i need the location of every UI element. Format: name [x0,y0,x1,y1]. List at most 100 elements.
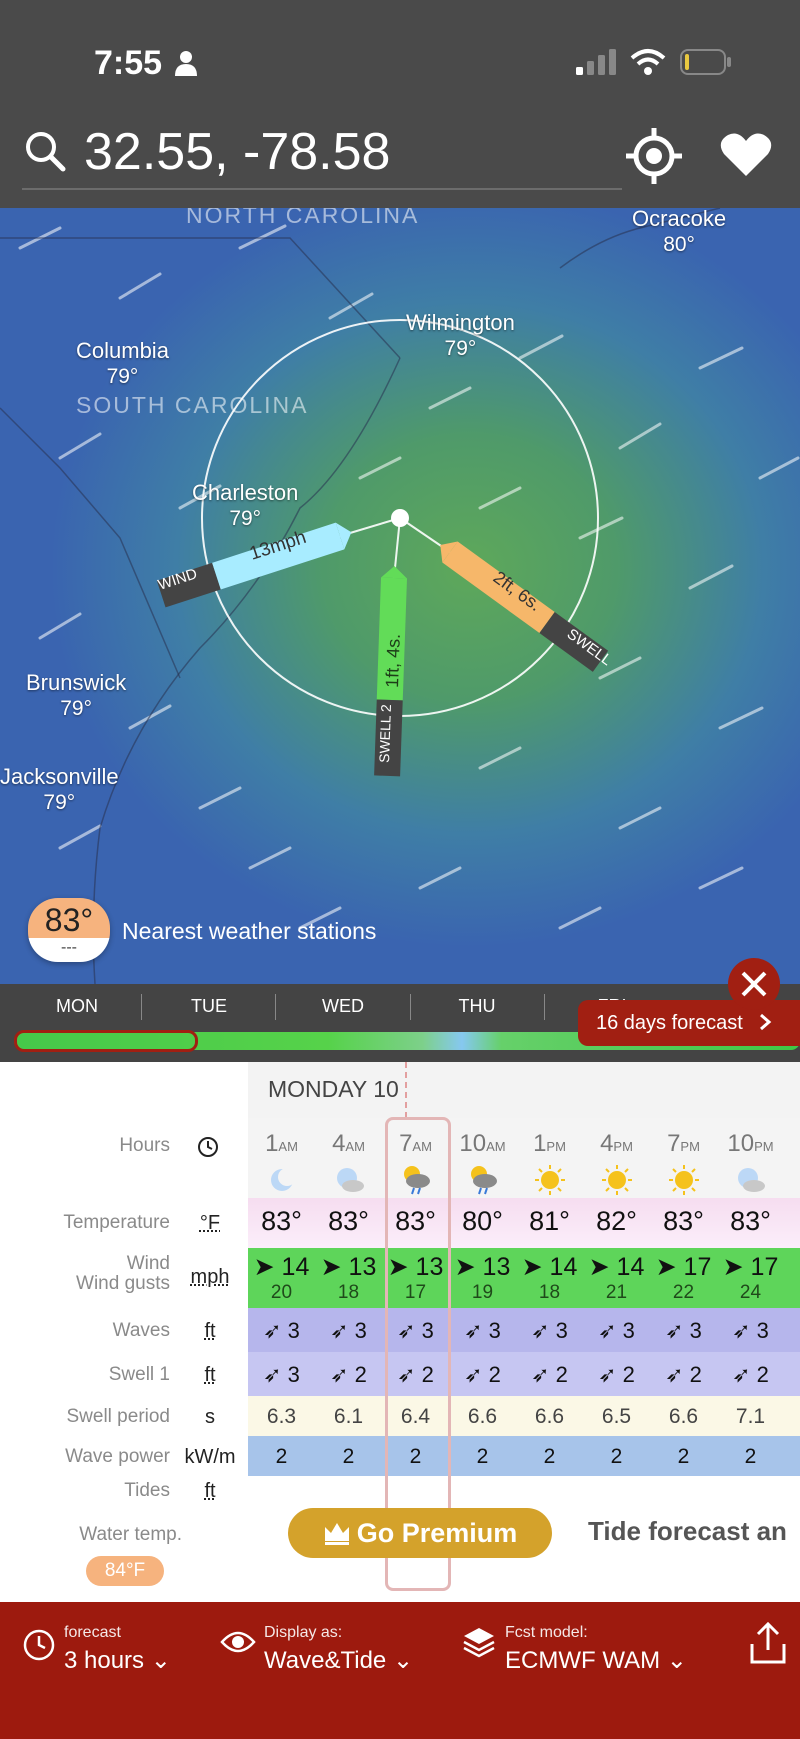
state-label-nc: NORTH CAROLINA [186,208,420,228]
hour-cell: 4PM [600,1130,633,1157]
state-label-sc: SOUTH CAROLINA [76,392,309,418]
close-button[interactable] [728,958,780,1010]
share-icon[interactable] [748,1622,788,1664]
waves-cell: ➶ 3 [732,1318,769,1343]
wind-cell: ➤ 13 [454,1253,511,1281]
period-cell: 6.1 [333,1405,364,1428]
power-cell: 2 [275,1445,288,1468]
temp-cell: 80° [462,1206,503,1236]
power-cell: 2 [744,1445,757,1468]
wave-power-row: 2 2 2 2 2 2 2 2 [248,1436,800,1476]
close-icon [741,971,767,997]
search-input[interactable] [84,124,604,180]
unit-wind[interactable]: mph [180,1266,240,1289]
unit-waves[interactable]: ft [180,1320,240,1343]
unit-temperature[interactable]: °F [180,1212,240,1235]
go-premium-button[interactable]: Go Premium [288,1508,552,1558]
swell-direction-icon: ➶ [732,1362,751,1387]
wind-arrow-icon: ➤ [655,1253,677,1281]
station-temp-badge[interactable]: 83° --- [28,898,110,962]
search-icon[interactable] [24,130,66,172]
signal-icon [576,49,616,75]
moon-cloud-icon [738,1168,765,1192]
crown-icon [324,1523,349,1545]
gust-cell: 18 [337,1282,360,1303]
period-cell: 6.5 [601,1405,632,1428]
label-tides: Tides [124,1480,170,1501]
swell-direction-icon: ➶ [531,1362,550,1387]
unit-tides[interactable]: ft [180,1480,240,1503]
temperature-row: 83° 83° 83° 80° 81° 82° 83° 83° [248,1198,800,1248]
swell-cell: ➶ 2 [464,1362,501,1387]
label-wave-power: Wave power [65,1446,170,1467]
wind-row: ➤ 14 20 ➤ 13 18 ➤ 13 17 ➤ 13 19 ➤ 14 18 … [248,1248,800,1308]
waves-row: ➶ 3 ➶ 3 ➶ 3 ➶ 3 ➶ 3 ➶ 3 ➶ 3 ➶ 3 [248,1308,800,1352]
hour-cell: 10PM [727,1130,774,1157]
city-jacksonville[interactable]: Jacksonville 79° [0,764,119,816]
period-cell: 6.6 [534,1405,565,1428]
swell-cell: ➶ 3 [263,1362,300,1387]
swell-direction-icon: ➶ [665,1362,684,1387]
moon-icon [271,1168,296,1191]
chevron-right-icon [760,1013,772,1031]
day-separator [544,994,545,1020]
bottom-bar: forecast 3 hours ⌄ Display as: Wave&Tide… [0,1602,800,1739]
wind-cell: ➤ 14 [588,1253,645,1281]
unit-wave-power: kW/m [184,1446,236,1468]
clock-icon [23,1629,55,1661]
waves-cell: ➶ 3 [464,1318,501,1343]
period-cell: 6.6 [467,1405,498,1428]
gust-cell: 24 [739,1282,762,1303]
swell-direction-icon: ➶ [598,1362,617,1387]
day-thu[interactable]: THU [417,996,537,1017]
gust-cell: 22 [672,1282,695,1303]
battery-icon [680,49,731,75]
swell-direction-icon: ➶ [263,1362,282,1387]
swell-direction-icon: ➶ [464,1362,483,1387]
wave-direction-icon: ➶ [598,1318,617,1343]
city-columbia[interactable]: Columbia 79° [76,338,169,390]
wind-arrow-icon: ➤ [588,1253,610,1281]
city-brunswick[interactable]: Brunswick 79° [26,670,126,722]
wave-direction-icon: ➶ [263,1318,282,1343]
display-as-button[interactable]: Display as: Wave&Tide ⌄ [264,1624,413,1675]
search-bar [22,118,778,192]
search-underline [22,188,622,190]
wind-cell: ➤ 14 [253,1253,310,1281]
unit-swell1[interactable]: ft [180,1364,240,1387]
label-water-temp: Water temp. [79,1524,182,1545]
nearest-stations-label[interactable]: Nearest weather stations [122,918,376,945]
forecast-interval-button[interactable]: forecast 3 hours ⌄ [64,1624,171,1675]
wind-cell: ➤ 17 [655,1253,712,1281]
heart-icon[interactable] [720,132,772,178]
label-wind: Wind Wind gusts [76,1253,170,1294]
chevron-down-icon: ⌄ [666,1647,687,1674]
weather-icons-row [248,1162,800,1198]
city-wilmington[interactable]: Wilmington 79° [406,310,515,362]
city-ocracoke[interactable]: Ocracoke 80° [632,208,726,258]
chevron-down-icon: ⌄ [392,1647,414,1674]
day-tue[interactable]: TUE [149,996,269,1017]
label-hours: Hours [119,1135,170,1156]
swell-cell: ➶ 2 [330,1362,367,1387]
label-swell1: Swell 1 [108,1364,170,1385]
day-wed[interactable]: WED [283,996,403,1017]
waves-cell: ➶ 3 [531,1318,568,1343]
wind-arrow-icon: ➤ [320,1253,342,1281]
wave-direction-icon: ➶ [464,1318,483,1343]
locate-icon[interactable] [626,128,682,184]
period-cell: 7.1 [735,1405,766,1428]
moon-cloud-icon [337,1168,364,1192]
day-mon[interactable]: MON [17,996,137,1017]
weather-map[interactable]: 13mph WIND 1ft, 4s. SWELL 2 2ft, 6s. SWE… [0,208,800,984]
hour-cell: 1AM [265,1130,298,1157]
unit-swell-period: s [205,1406,215,1428]
power-cell: 2 [543,1445,556,1468]
city-charleston[interactable]: Charleston 79° [192,480,298,532]
tide-forecast-text: Tide forecast an [588,1516,787,1546]
waves-cell: ➶ 3 [665,1318,702,1343]
timeline-selection[interactable] [14,1030,198,1052]
swell-cell: ➶ 2 [732,1362,769,1387]
forecast-model-button[interactable]: Fcst model: ECMWF WAM ⌄ [505,1624,687,1675]
day-title: MONDAY 10 [248,1062,800,1118]
